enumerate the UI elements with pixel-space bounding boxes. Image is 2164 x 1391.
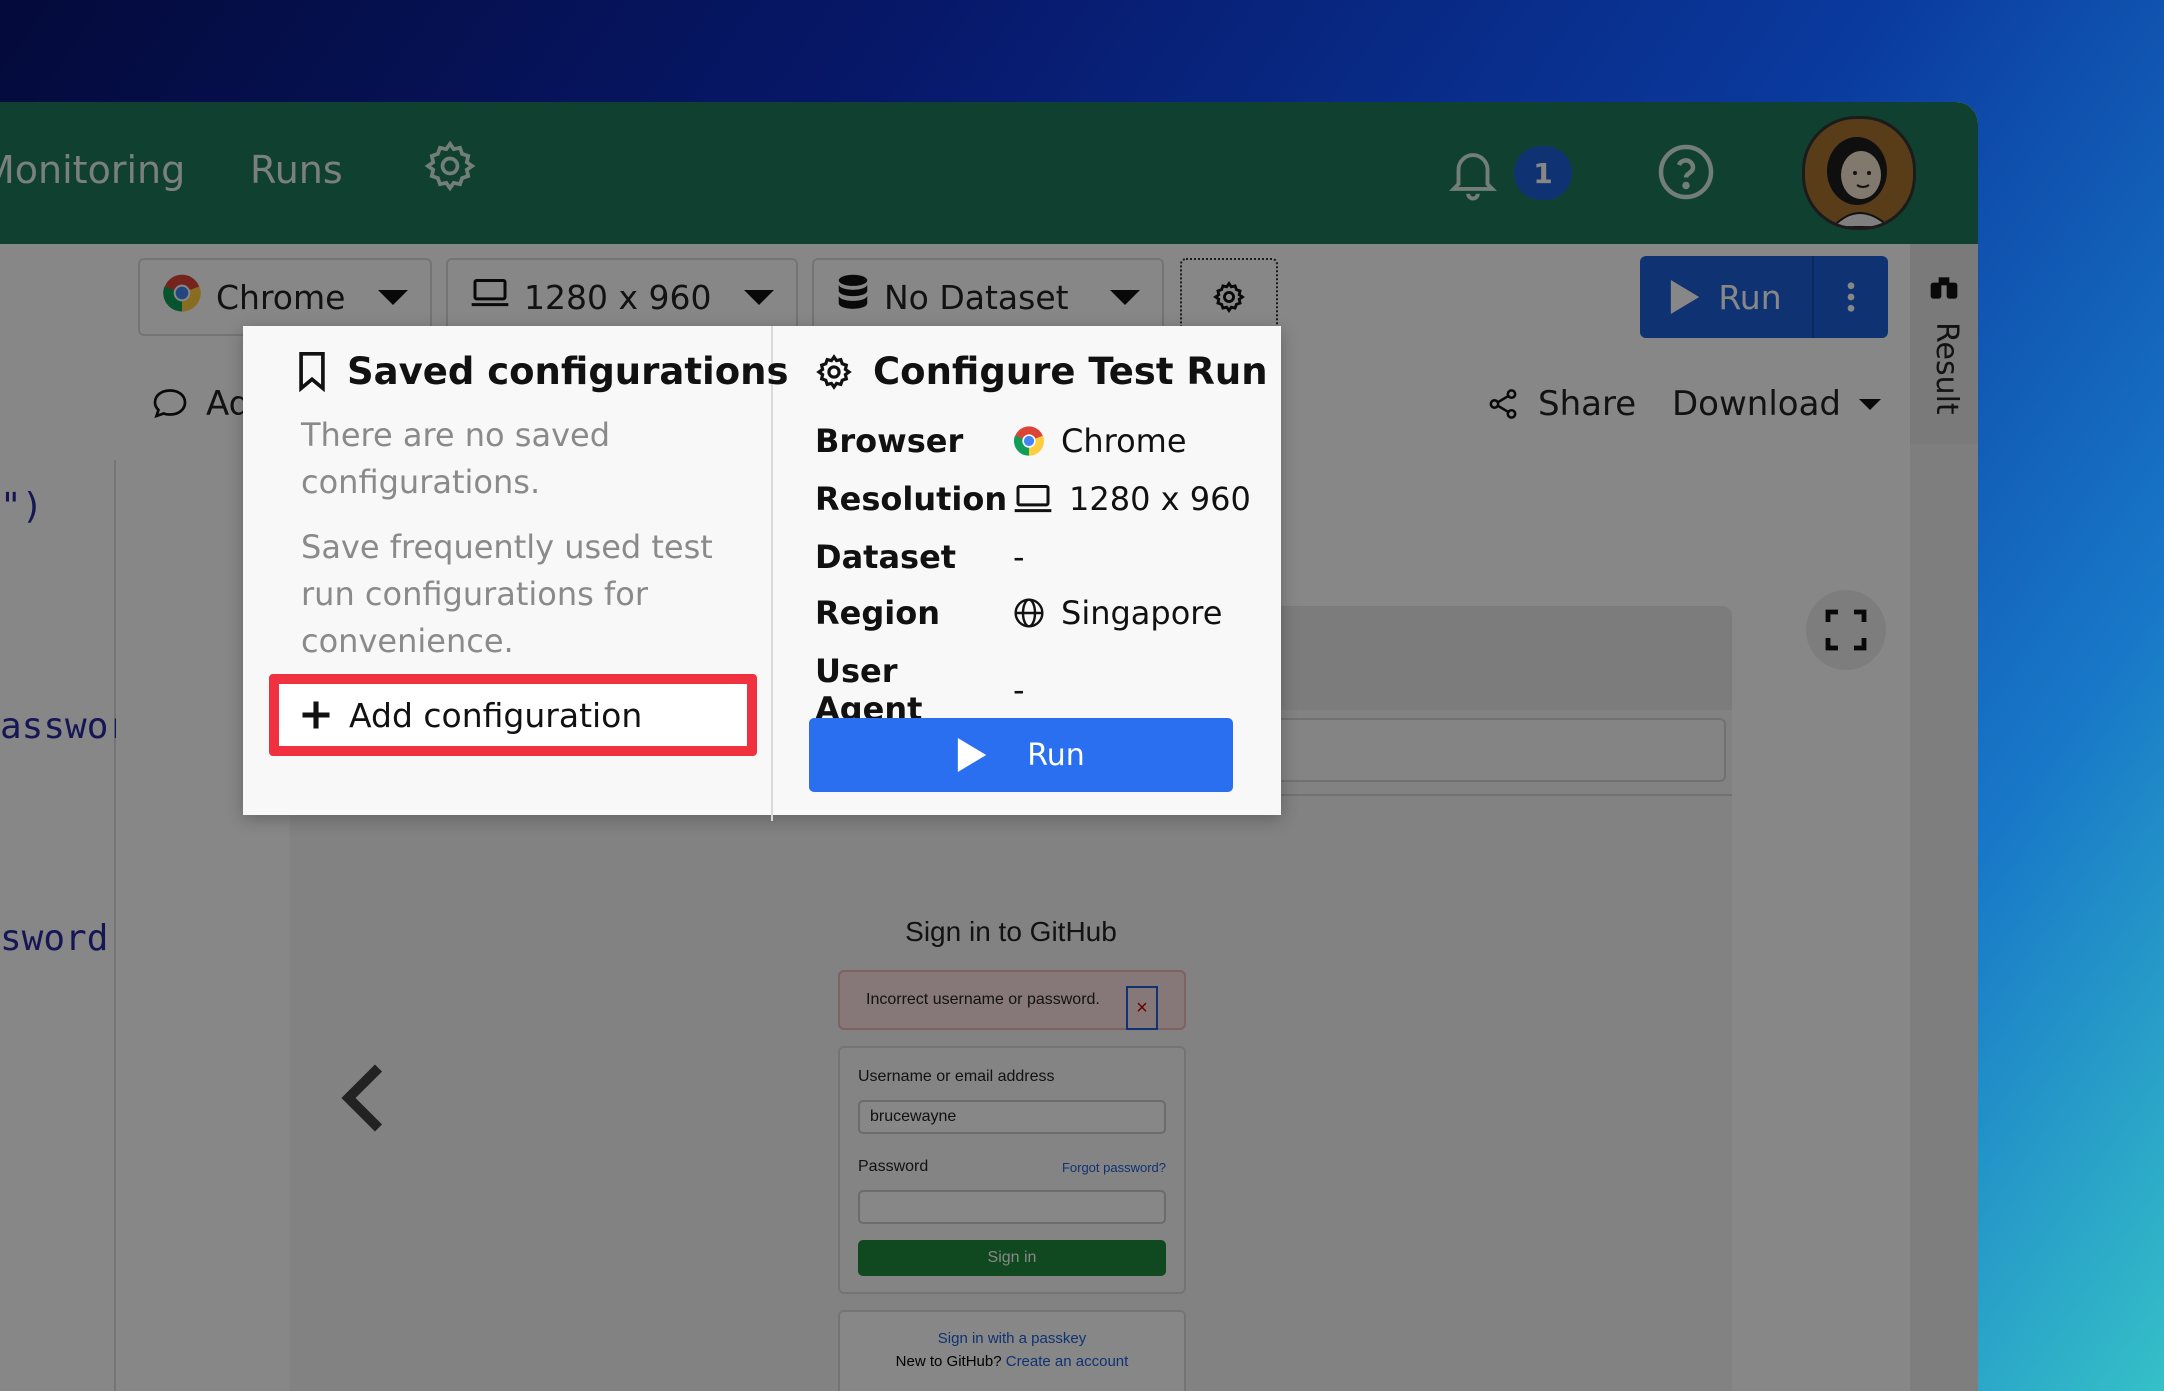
config-value-text: Singapore [1061,594,1223,632]
chevron-left-icon[interactable] [336,1060,386,1136]
bookmark-icon [299,351,325,392]
configure-test-run-heading: Configure Test Run [815,350,1268,393]
gear-icon [816,353,852,390]
config-value: Singapore [1013,594,1222,632]
laptop-icon [1014,485,1052,513]
config-value-text: 1280 x 960 [1069,480,1251,518]
run-config-popover: Saved configurations There are no saved … [243,326,1281,821]
saved-configurations-title: Saved configurations [347,350,789,393]
add-configuration-label: Add configuration [349,695,643,735]
config-value: 1280 x 960 [1013,480,1251,518]
globe-icon [1014,598,1044,628]
chrome-icon [1013,426,1045,456]
config-row-region: Region Singapore [815,594,1222,632]
config-key: User Agent [815,652,923,728]
config-value-text: Chrome [1061,422,1187,460]
config-key: Region [815,594,940,632]
popover-run-button[interactable]: Run [809,718,1233,792]
config-row-dataset: Dataset - [815,538,1025,576]
config-key: Resolution [815,480,1008,518]
popover-divider [771,326,773,821]
config-value-text: - [1013,671,1025,709]
config-key: Dataset [815,538,957,576]
config-row-user-agent: User Agent - [815,652,1025,728]
popover-run-label: Run [1027,737,1085,773]
play-icon [958,738,987,772]
config-row-resolution: Resolution 1280 x 960 [815,480,1251,518]
plus-icon [302,701,330,729]
configure-test-run-title: Configure Test Run [873,350,1268,393]
config-value-text: - [1013,538,1025,576]
config-row-browser: Browser Chrome [815,422,1187,460]
config-key: Browser [815,422,964,460]
config-value: Chrome [1013,422,1187,460]
no-configurations-text: There are no saved configurations. [301,416,610,501]
save-configurations-hint: Save frequently used test run configurat… [301,528,713,660]
saved-configurations-heading: Saved configurations [297,350,789,393]
add-configuration-button[interactable]: Add configuration [269,674,757,756]
